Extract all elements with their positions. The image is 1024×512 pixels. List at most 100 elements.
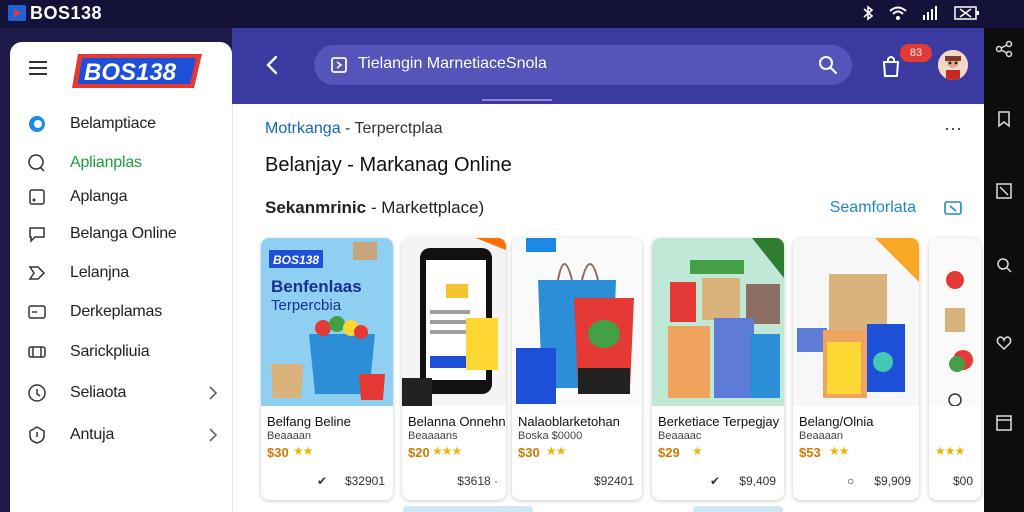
product-badge-text: BOS138	[273, 253, 319, 267]
product-action-icon[interactable]: ✔	[317, 474, 327, 488]
cart-icon[interactable]	[880, 54, 902, 78]
search-bar[interactable]: Tielangin MarnetiaceSnola	[314, 45, 852, 85]
product-card[interactable]: ★★★ $00	[929, 238, 981, 500]
drawer-item-label: Lelanjna	[70, 264, 129, 281]
chevron-right-icon	[209, 386, 218, 400]
product-action-icon[interactable]: ○	[847, 474, 854, 488]
battery-icon	[954, 6, 979, 20]
product-card[interactable]: Belang/Olnia Beaaaan $53 ★★ ○ $9,909	[793, 238, 919, 500]
back-icon[interactable]	[262, 54, 284, 76]
product-rating: ★★	[829, 444, 849, 458]
product-image: BOS138 Benfenlaas Terpercbia	[261, 238, 393, 406]
card-icon	[26, 301, 48, 323]
product-price: $29	[658, 445, 680, 460]
see-all-link[interactable]: Seamforlata	[830, 199, 916, 217]
product-price: $30	[518, 445, 540, 460]
drawer-item-belanga-online[interactable]: Belanga Online	[26, 219, 222, 249]
brand-logo: BOS138	[72, 54, 202, 88]
wifi-icon	[889, 6, 907, 20]
drawer-item-label: Aplanga	[70, 188, 128, 205]
breadcrumb-link[interactable]: Motrkanga	[265, 120, 341, 137]
next-row-peek	[403, 506, 533, 512]
product-rating: ★★	[293, 444, 313, 458]
tag-icon	[26, 262, 48, 284]
bookmark-icon[interactable]	[995, 110, 1013, 128]
product-card[interactable]: Belanna Onnehnpj Beaaaans $20 ★★★ $3618 …	[402, 238, 506, 500]
expand-icon[interactable]	[944, 200, 962, 216]
drawer-item-aplanga[interactable]: Aplanga	[26, 182, 222, 212]
product-image-text-1: Benfenlaas	[271, 277, 362, 296]
search-icon[interactable]	[818, 55, 838, 75]
product-total: $32901	[344, 474, 385, 488]
drawer-item-sarickpliuia[interactable]: Sarickpliuia	[26, 337, 222, 367]
product-rating: ★★	[546, 444, 566, 458]
status-app-title: BOS138	[30, 3, 103, 23]
section-title: Sekanmrinic - Markettplace)	[265, 198, 484, 218]
drawer-item-derkeplamas[interactable]: Derkeplamas	[26, 297, 222, 327]
drawer-item-belamptiace[interactable]: Belamptiace	[26, 109, 222, 139]
product-total: $9,409	[739, 474, 776, 488]
drawer-item-aplianplas[interactable]: Aplianplas	[26, 148, 222, 178]
picture-in-picture-icon[interactable]	[995, 182, 1013, 200]
drawer-item-label: Belanga Online	[70, 225, 177, 242]
product-image	[652, 238, 784, 406]
product-rating: ★★★	[432, 444, 462, 458]
menu-icon[interactable]	[28, 60, 48, 76]
product-card[interactable]: Nalaoblarketohan Boska $0000 $30 ★★ $924…	[512, 238, 642, 500]
search-icon[interactable]	[995, 256, 1013, 274]
product-card[interactable]: Berketiace Terpegjay Beaaaac $29 ★ ✔ $9,…	[652, 238, 784, 500]
drawer-item-label: Seliaota	[70, 384, 127, 401]
shield-icon	[26, 424, 48, 446]
product-subtitle: Beaaaan	[267, 430, 312, 442]
product-subtitle: Beaaaans	[408, 430, 458, 442]
drawer-item-seliaota[interactable]: Seliaota	[26, 378, 222, 408]
drawer-item-lelanjna[interactable]: Lelanjna	[26, 258, 222, 288]
square-icon	[26, 186, 48, 208]
square-icon[interactable]	[995, 414, 1013, 432]
signal-icon	[923, 6, 937, 20]
bluetooth-icon	[863, 5, 874, 21]
search-input[interactable]: Tielangin MarnetiaceSnola	[358, 55, 547, 73]
product-image-text-2: Terpercbia	[271, 297, 342, 314]
product-image	[512, 238, 642, 406]
status-bar: BOS138	[0, 0, 1024, 28]
chat-icon	[26, 152, 48, 174]
header-underline	[482, 99, 552, 101]
section-title-rest: - Markettplace)	[366, 198, 485, 217]
message-icon	[26, 223, 48, 245]
right-toolbar	[984, 28, 1024, 512]
document-icon	[331, 57, 347, 73]
product-subtitle: Beaaaac	[658, 430, 702, 442]
product-rating: ★★★	[935, 444, 965, 458]
toggle-icon	[26, 113, 48, 135]
product-subtitle: Boska $0000	[518, 430, 583, 442]
breadcrumb-current: Terperctplaa	[354, 120, 443, 137]
heart-icon[interactable]	[995, 334, 1013, 352]
drawer-item-antuja[interactable]: Antuja	[26, 420, 222, 450]
product-price: $53	[799, 445, 821, 460]
drawer-item-label: Aplianplas	[70, 154, 142, 171]
info-icon	[26, 382, 48, 404]
breadcrumb-separator: -	[340, 120, 355, 137]
share-icon[interactable]	[995, 40, 1013, 58]
main-content: Motrkanga - Terperctplaa ··· Belanjay - …	[232, 104, 984, 512]
product-price: $20	[408, 445, 430, 460]
app-logo-icon	[8, 5, 26, 21]
avatar[interactable]	[938, 50, 968, 80]
product-rating: ★	[692, 444, 703, 458]
cart-badge: 83	[900, 44, 932, 62]
product-card[interactable]: BOS138 Benfenlaas Terpercbia Belfang Bel…	[261, 238, 393, 500]
product-image	[793, 238, 919, 406]
breadcrumb: Motrkanga - Terperctplaa	[265, 120, 443, 138]
product-image	[402, 238, 506, 406]
product-total: $9,909	[874, 474, 911, 488]
more-options-icon[interactable]: ···	[944, 118, 962, 139]
product-total: $3618 ·	[457, 474, 498, 488]
product-subtitle: Beaaaan	[799, 430, 844, 442]
product-action-icon[interactable]: ✔	[710, 474, 720, 488]
next-row-peek	[693, 506, 783, 512]
product-title: Belanna Onnehnpj	[408, 414, 506, 429]
product-total: $00	[952, 474, 973, 488]
cart-icon	[26, 341, 48, 363]
drawer-item-label: Sarickpliuia	[70, 343, 150, 360]
